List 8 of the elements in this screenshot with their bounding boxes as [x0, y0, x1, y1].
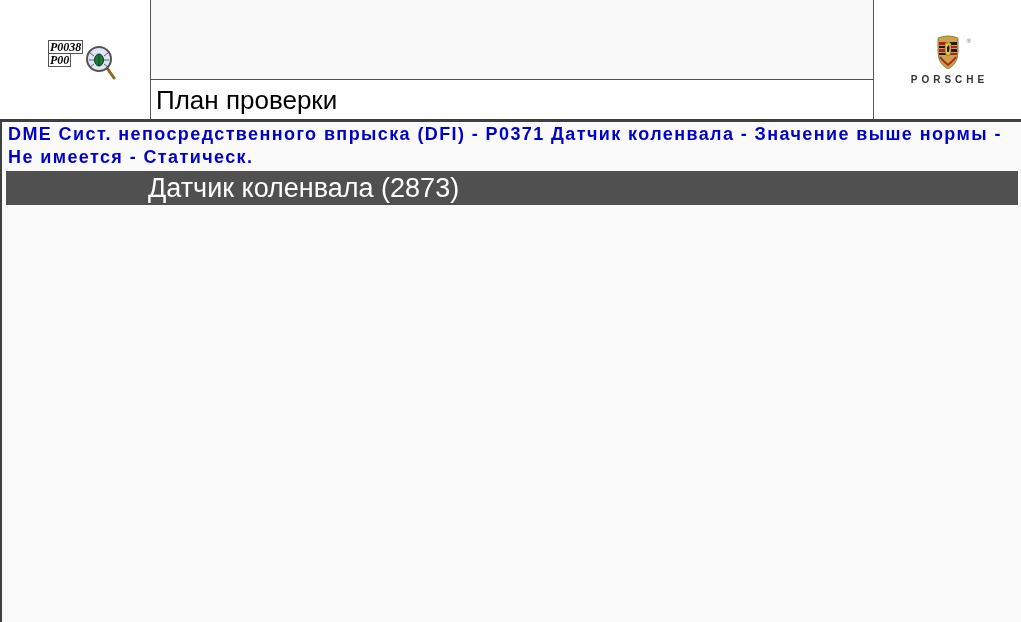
error-code-label: P00: [48, 53, 72, 67]
magnifier-bug-icon: [86, 46, 116, 80]
section-title: Датчик коленвала (2873): [148, 172, 460, 204]
fault-description: DME Сист. непосредственного впрыска (DFI) - P0371 Датчик коленвала - Значение выше нормы - Не имеется - Статическ.: [7, 123, 1003, 169]
page-title: План проверки: [156, 84, 338, 115]
error-code-label: P0038: [48, 40, 84, 54]
logo-wordmark: PORSCHE: [909, 75, 989, 85]
crest-logo-icon: [936, 34, 959, 69]
